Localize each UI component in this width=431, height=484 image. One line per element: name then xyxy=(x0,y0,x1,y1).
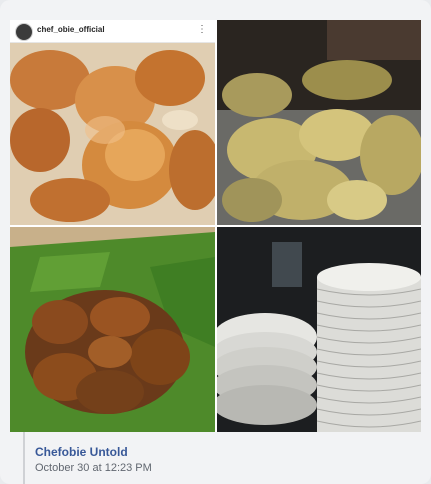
photo-fried-chicken[interactable]: chef_obie_official ⋮ xyxy=(10,20,215,225)
avatar[interactable] xyxy=(15,23,33,41)
plate-stacks-image xyxy=(217,227,421,432)
post-attribution: Chefobie Untold October 30 at 12:23 PM xyxy=(23,432,423,484)
instagram-username[interactable]: chef_obie_official xyxy=(37,25,105,34)
chicken-banana-leaf-image xyxy=(10,227,215,432)
post-timestamp[interactable]: October 30 at 12:23 PM xyxy=(35,462,152,474)
photo-grid: chef_obie_official ⋮ xyxy=(10,20,421,432)
photo-plate-stacks[interactable] xyxy=(217,227,421,432)
photo-chicken-banana-leaf[interactable] xyxy=(10,227,215,432)
author-name-link[interactable]: Chefobie Untold xyxy=(35,445,128,459)
photo-steamed-chicken[interactable] xyxy=(217,20,421,225)
instagram-header: chef_obie_official ⋮ xyxy=(10,20,215,43)
more-vertical-icon[interactable]: ⋮ xyxy=(197,24,207,36)
fried-chicken-image xyxy=(10,42,215,225)
steamed-chicken-image xyxy=(217,20,421,225)
shared-post-card: chef_obie_official ⋮ Chefobie Untold Oct… xyxy=(0,0,431,484)
